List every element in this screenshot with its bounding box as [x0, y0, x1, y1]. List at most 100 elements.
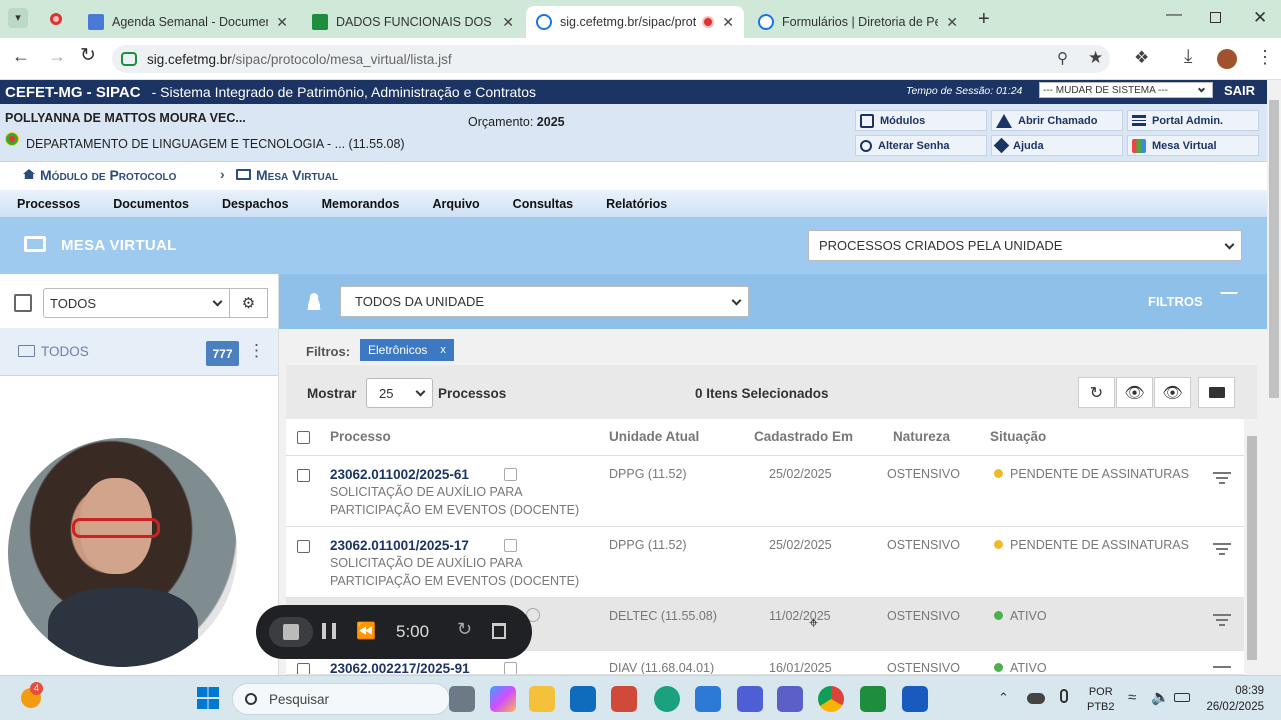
- col-processo[interactable]: Processo: [330, 429, 391, 444]
- tab-search-button[interactable]: ▾: [8, 8, 28, 28]
- extensions-icon[interactable]: ❖: [1134, 48, 1149, 68]
- table-scrollbar[interactable]: [1245, 422, 1259, 675]
- row-checkbox[interactable]: [297, 663, 310, 674]
- alterar-senha-link[interactable]: Alterar Senha: [855, 135, 987, 156]
- page-scrollbar-thumb[interactable]: [1269, 100, 1279, 398]
- ajuda-link[interactable]: Ajuda: [991, 135, 1123, 156]
- close-tab-icon[interactable]: ✕: [946, 14, 958, 31]
- select-all-checkbox[interactable]: [297, 431, 310, 444]
- abrir-chamado-link[interactable]: Abrir Chamado: [991, 110, 1123, 131]
- row-checkbox[interactable]: [297, 469, 310, 482]
- mark-read-button[interactable]: 👁: [1116, 377, 1153, 408]
- rewind-icon[interactable]: ⏪: [356, 621, 376, 641]
- breadcrumb-module[interactable]: Módulo de Protocolo: [40, 167, 176, 183]
- change-system-select[interactable]: --- MUDAR DE SISTEMA ---: [1039, 82, 1213, 98]
- filters-toggle[interactable]: FILTROS: [1148, 294, 1203, 309]
- row-checkbox[interactable]: [297, 540, 310, 553]
- menu-memorandos[interactable]: Memorandos: [322, 197, 400, 211]
- forward-icon[interactable]: →: [48, 46, 66, 67]
- process-number[interactable]: 23062.011001/2025-17: [330, 538, 469, 553]
- teams-icon[interactable]: [777, 686, 803, 712]
- profile-avatar[interactable]: [1217, 49, 1237, 69]
- language-indicator[interactable]: POR PTB2: [1087, 685, 1115, 715]
- app-icon[interactable]: [611, 686, 637, 712]
- maximize-window-button[interactable]: [1210, 12, 1221, 23]
- view-select[interactable]: PROCESSOS CRIADOS PELA UNIDADE: [808, 230, 1242, 261]
- word-icon[interactable]: [902, 686, 928, 712]
- reload-icon[interactable]: ↻: [80, 44, 96, 67]
- copilot-icon[interactable]: [490, 686, 516, 712]
- remove-filter-icon[interactable]: x: [440, 344, 446, 356]
- col-situacao[interactable]: Situação: [990, 429, 1046, 444]
- row-menu-icon[interactable]: [1213, 663, 1231, 671]
- mark-unread-button[interactable]: 👁: [1154, 377, 1191, 408]
- table-row[interactable]: 23062.011002/2025-61 SOLICITAÇÃO DE AUXÍ…: [286, 456, 1244, 527]
- task-view-icon[interactable]: [449, 686, 475, 712]
- minimize-window-button[interactable]: —: [1166, 6, 1182, 24]
- app-icon[interactable]: [737, 686, 763, 712]
- row-menu-icon[interactable]: [1213, 469, 1231, 487]
- edge-icon[interactable]: [654, 686, 680, 712]
- logout-link[interactable]: SAIR: [1224, 83, 1255, 98]
- trash-icon[interactable]: [492, 623, 506, 639]
- taskbar-search[interactable]: Pesquisar: [232, 683, 450, 715]
- restart-icon[interactable]: ↻: [457, 619, 472, 640]
- col-unidade[interactable]: Unidade Atual: [609, 429, 699, 444]
- close-window-button[interactable]: ✕: [1253, 8, 1267, 28]
- table-scrollbar-thumb[interactable]: [1247, 436, 1257, 660]
- col-cadastrado[interactable]: Cadastrado Em: [754, 429, 853, 444]
- onedrive-icon[interactable]: [1027, 693, 1045, 704]
- chrome-icon[interactable]: [818, 686, 844, 712]
- modulos-link[interactable]: Módulos: [855, 110, 987, 131]
- download-icon[interactable]: ⤓: [1184, 46, 1192, 68]
- menu-arquivo[interactable]: Arquivo: [432, 197, 479, 211]
- process-number[interactable]: 23062.011002/2025-61: [330, 467, 469, 482]
- table-row[interactable]: 23062.011001/2025-17 SOLICITAÇÃO DE AUXÍ…: [286, 527, 1244, 598]
- menu-processos[interactable]: Processos: [17, 197, 80, 211]
- portal-admin-link[interactable]: Portal Admin.: [1127, 110, 1259, 131]
- pause-button[interactable]: [322, 623, 336, 639]
- microphone-icon[interactable]: [1060, 689, 1068, 703]
- store-icon[interactable]: [695, 686, 721, 712]
- row-menu-icon[interactable]: [1213, 611, 1231, 629]
- close-tab-icon[interactable]: ✕: [722, 14, 734, 31]
- stop-recording-button[interactable]: [269, 617, 313, 647]
- wifi-icon[interactable]: ≈: [1128, 689, 1136, 706]
- outlook-icon[interactable]: [570, 686, 596, 712]
- refresh-button[interactable]: ↻: [1078, 377, 1115, 408]
- volume-icon[interactable]: 🔈: [1151, 688, 1170, 706]
- left-filter-select[interactable]: TODOS: [43, 288, 230, 318]
- menu-despachos[interactable]: Despachos: [222, 197, 289, 211]
- close-tab-icon[interactable]: ✕: [276, 14, 288, 31]
- row-menu-icon[interactable]: [1213, 540, 1231, 558]
- settings-button[interactable]: ⚙: [229, 288, 268, 318]
- address-bar[interactable]: sig.cefetmg.br/sipac/protocolo/mesa_virt…: [112, 45, 1110, 73]
- show-hidden-icons[interactable]: ⌃: [998, 690, 1009, 706]
- file-explorer-icon[interactable]: [529, 686, 555, 712]
- folder-menu-icon[interactable]: ⋮: [248, 341, 265, 361]
- browser-menu-icon[interactable]: ⋮: [1256, 47, 1274, 68]
- page-size-select[interactable]: 25: [366, 378, 433, 408]
- folder-todos[interactable]: TODOS 777 ⋮: [0, 328, 278, 376]
- back-icon[interactable]: ←: [12, 46, 30, 67]
- zoom-icon[interactable]: ⚲: [1057, 49, 1068, 67]
- open-folder-button[interactable]: [1198, 377, 1235, 408]
- menu-relatorios[interactable]: Relatórios: [606, 197, 667, 211]
- page-scrollbar[interactable]: [1267, 80, 1281, 675]
- col-natureza[interactable]: Natureza: [893, 429, 950, 444]
- browser-tab-agenda[interactable]: Agenda Semanal - Documento ✕: [78, 6, 298, 38]
- site-info-icon[interactable]: [121, 52, 137, 66]
- browser-tab-sipac[interactable]: sig.cefetmg.br/sipac/protoc ✕: [526, 6, 744, 38]
- unit-filter-select[interactable]: TODOS DA UNIDADE: [340, 286, 749, 317]
- unit-change-icon[interactable]: [5, 132, 19, 146]
- bookmark-star-icon[interactable]: ★: [1088, 48, 1103, 68]
- new-tab-button[interactable]: +: [978, 8, 990, 31]
- menu-documentos[interactable]: Documentos: [113, 197, 189, 211]
- start-windows-icon[interactable]: [197, 687, 219, 709]
- app-icon[interactable]: [860, 686, 886, 712]
- clock[interactable]: 08:39 26/02/2025: [1200, 683, 1264, 715]
- browser-tab-formularios[interactable]: Formulários | Diretoria de Pesq ✕: [748, 6, 968, 38]
- battery-icon[interactable]: [1174, 693, 1190, 702]
- mesa-virtual-link[interactable]: Mesa Virtual: [1127, 135, 1259, 156]
- process-number[interactable]: 23062.002217/2025-91: [330, 661, 470, 674]
